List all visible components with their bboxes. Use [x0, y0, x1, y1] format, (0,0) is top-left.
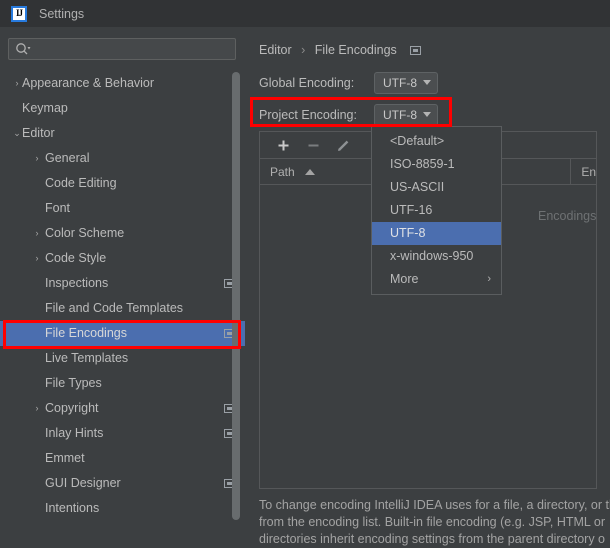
add-encoding-button[interactable] [270, 134, 296, 156]
chevron-down-icon [423, 112, 431, 117]
sidebar-item-label: File Types [45, 376, 102, 390]
dropdown-item-x-windows-950[interactable]: x-windows-950 [372, 245, 501, 268]
breadcrumb: Editor › File Encodings [259, 43, 422, 57]
project-encoding-row: Project Encoding: UTF-8 [259, 103, 438, 126]
sidebar-item-code-editing[interactable]: Code Editing [0, 171, 245, 196]
dropdown-item-iso-8859-1[interactable]: ISO-8859-1 [372, 153, 501, 176]
column-header-path-label: Path [270, 164, 295, 179]
chevron-right-icon[interactable]: › [26, 246, 48, 271]
intellij-idea-icon: IJ [11, 5, 27, 22]
sidebar-item-live-templates[interactable]: Live Templates [0, 346, 245, 371]
sidebar-item-file-and-code-templates[interactable]: File and Code Templates [0, 296, 245, 321]
chevron-right-icon[interactable]: › [26, 221, 48, 246]
sidebar-item-label: Inlay Hints [45, 426, 104, 440]
sidebar-item-gui-designer[interactable]: GUI Designer [0, 471, 245, 496]
sidebar-item-label: File Encodings [45, 326, 127, 340]
global-encoding-value: UTF-8 [383, 75, 417, 90]
sidebar-item-intentions[interactable]: Intentions [0, 496, 245, 521]
sidebar-item-label: Live Templates [45, 351, 129, 365]
sidebar-item-label: Editor [22, 126, 55, 140]
chevron-down-icon [423, 80, 431, 85]
global-encoding-row: Global Encoding: UTF-8 [259, 71, 438, 94]
settings-tree[interactable]: › Appearance & Behavior Keymap ⌄ Editor › Gene… [0, 71, 245, 521]
settings-sidebar: › Appearance & Behavior Keymap ⌄ Editor › Gene… [0, 27, 245, 521]
app-icon-text: IJ [15, 8, 23, 18]
dropdown-item-label: ISO-8859-1 [390, 157, 455, 171]
sidebar-item-file-encodings[interactable]: File Encodings [0, 321, 245, 346]
window-title: Settings [39, 6, 85, 21]
dropdown-item-utf-16[interactable]: UTF-16 [372, 199, 501, 222]
dropdown-item-label: x-windows-950 [390, 249, 474, 263]
global-encoding-combobox[interactable]: UTF-8 [374, 71, 438, 94]
chevron-down-icon[interactable]: ⌄ [6, 121, 28, 146]
breadcrumb-current: File Encodings [314, 43, 397, 57]
description-line-3: directories inherit encoding settings fr… [259, 532, 606, 546]
dropdown-item-label: More [390, 272, 419, 286]
sort-ascending-icon [304, 168, 315, 175]
column-header-encoding[interactable]: En [571, 159, 596, 184]
sidebar-item-label: Keymap [22, 101, 68, 115]
sidebar-item-label: Inspections [45, 276, 109, 290]
dropdown-item-label: UTF-16 [390, 203, 433, 217]
project-encoding-value: UTF-8 [383, 107, 417, 122]
table-empty-placeholder: Encodings are [538, 209, 597, 223]
global-encoding-label: Global Encoding: [259, 75, 355, 90]
search-field-wrapper [8, 38, 236, 60]
dropdown-item-label: <Default> [390, 134, 445, 148]
dropdown-item-label: UTF-8 [390, 226, 426, 240]
sidebar-item-copyright[interactable]: › Copyright [0, 396, 245, 421]
sidebar-item-editor[interactable]: ⌄ Editor [0, 121, 245, 146]
sidebar-item-inlay-hints[interactable]: Inlay Hints [0, 421, 245, 446]
project-encoding-combobox[interactable]: UTF-8 [374, 103, 438, 126]
sidebar-item-file-types[interactable]: File Types [0, 371, 245, 396]
sidebar-item-font[interactable]: Font [0, 196, 245, 221]
project-encoding-dropdown-menu[interactable]: <Default> ISO-8859-1 US-ASCII UTF-16 UTF-8 x-… [371, 126, 502, 295]
sidebar-item-label: File and Code Templates [45, 301, 184, 315]
sidebar-item-label: Emmet [45, 451, 85, 465]
sidebar-item-appearance-behavior[interactable]: › Appearance & Behavior [0, 71, 245, 96]
sidebar-item-color-scheme[interactable]: › Color Scheme [0, 221, 245, 246]
chevron-right-icon[interactable]: › [26, 396, 48, 421]
encodings-description: To change encoding IntelliJ IDEA uses fo… [259, 497, 610, 548]
sidebar-item-label: Intentions [45, 501, 100, 515]
sidebar-item-keymap[interactable]: Keymap [0, 96, 245, 121]
chevron-right-icon: › [487, 273, 491, 285]
chevron-right-icon[interactable]: › [26, 146, 48, 171]
description-line-1: To change encoding IntelliJ IDEA uses fo… [259, 498, 610, 512]
dropdown-item-us-ascii[interactable]: US-ASCII [372, 176, 501, 199]
dropdown-item-default[interactable]: <Default> [372, 130, 501, 153]
window-title-bar: IJ Settings [0, 0, 610, 27]
dropdown-item-label: US-ASCII [390, 180, 445, 194]
sidebar-item-emmet[interactable]: Emmet [0, 446, 245, 471]
sidebar-item-code-style[interactable]: › Code Style [0, 246, 245, 271]
sidebar-item-label: Code Editing [45, 176, 117, 190]
search-input[interactable] [8, 38, 236, 60]
sidebar-item-inspections[interactable]: Inspections [0, 271, 245, 296]
sidebar-item-label: GUI Designer [45, 476, 121, 490]
column-header-encoding-label: En [581, 164, 596, 179]
sidebar-item-label: Font [45, 201, 71, 215]
sidebar-item-label: Appearance & Behavior [22, 76, 155, 90]
chevron-right-icon[interactable]: › [6, 71, 28, 96]
description-line-2: from the encoding list. Built-in file en… [259, 515, 605, 529]
breadcrumb-parent[interactable]: Editor [259, 43, 292, 57]
breadcrumb-separator: › [301, 43, 306, 57]
edit-pencil-icon[interactable] [330, 134, 356, 156]
project-scope-icon [410, 46, 422, 56]
sidebar-scrollbar[interactable] [232, 72, 240, 520]
remove-encoding-button[interactable] [300, 134, 326, 156]
project-encoding-label: Project Encoding: [259, 107, 357, 122]
sidebar-item-general[interactable]: › General [0, 146, 245, 171]
dropdown-item-utf-8[interactable]: UTF-8 [372, 222, 501, 245]
dropdown-item-more[interactable]: More › [372, 268, 501, 291]
